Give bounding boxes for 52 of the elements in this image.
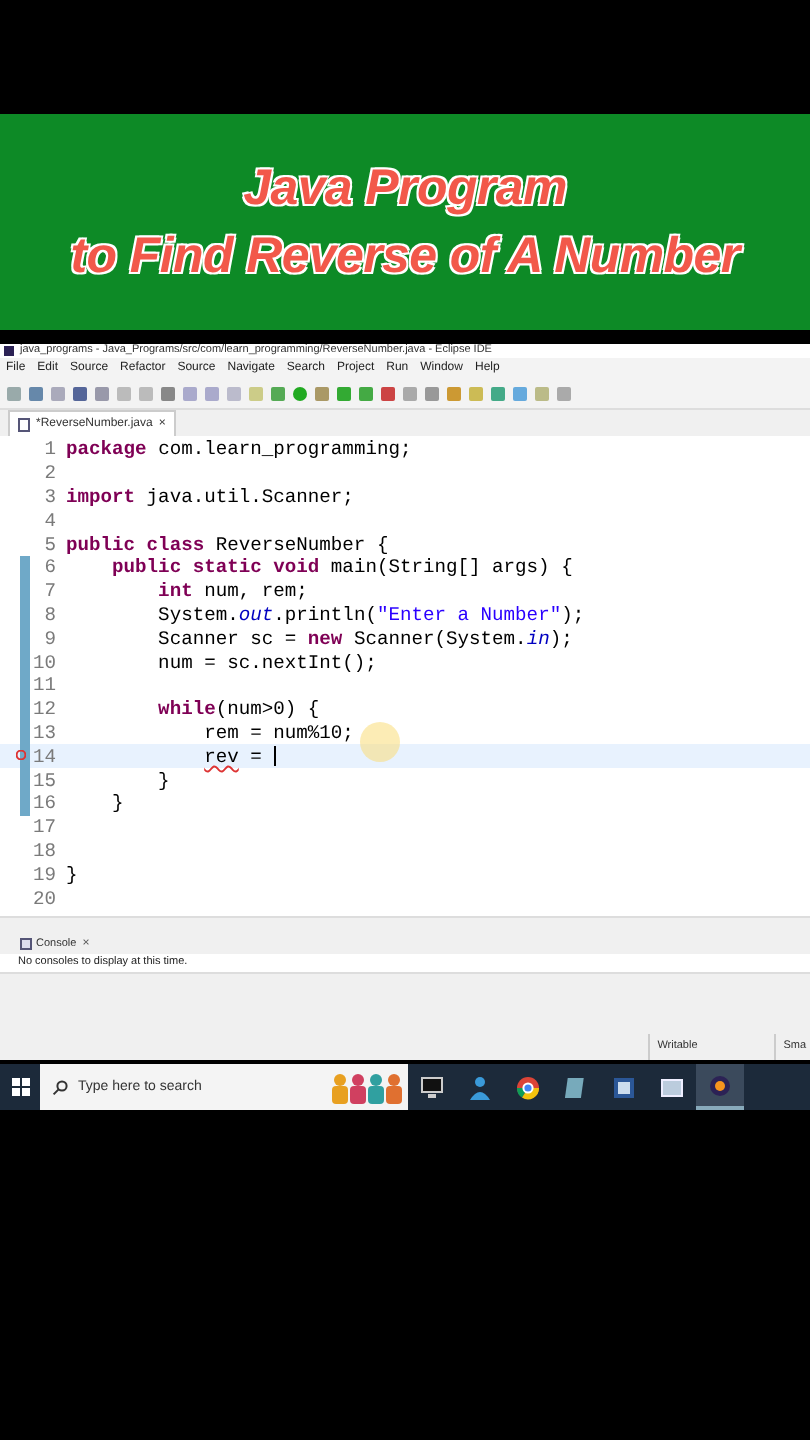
code-line: System.out.println("Enter a Number"); — [156, 603, 585, 626]
code-line: public class ReverseNumber { — [64, 533, 389, 556]
line-number: 18 — [32, 839, 56, 862]
line-number: 4 — [42, 509, 56, 532]
notes-icon[interactable] — [564, 1075, 588, 1099]
windows-icon[interactable] — [11, 1078, 29, 1096]
line-number: 15 — [32, 769, 56, 792]
document-icon[interactable] — [612, 1075, 636, 1099]
code-line: } — [156, 769, 170, 792]
video-title: Java Program — [243, 158, 567, 220]
code-line: package com.learn_programming; — [64, 438, 412, 461]
code-line: int num, rem; — [156, 580, 308, 603]
window-icon[interactable] — [660, 1075, 684, 1099]
line-number: 17 — [32, 816, 56, 839]
code-line: rev = — [56, 745, 276, 768]
line-number: 3 — [42, 485, 56, 508]
code-line: rem = num%10; — [202, 721, 354, 744]
video-title: to Find Reverse of A Number — [70, 226, 740, 288]
code-line: Scanner sc = new Scanner(System.in); — [156, 627, 573, 650]
file-icon — [18, 417, 30, 431]
line-number: 9 — [42, 627, 56, 650]
line-number: 8 — [42, 603, 56, 626]
line-number: 20 — [32, 887, 56, 910]
people-drawing — [330, 1071, 402, 1103]
code-line: while(num>0) { — [156, 698, 320, 721]
line-number: 7 — [42, 580, 56, 603]
search-icon — [52, 1079, 68, 1095]
line-number: 1 — [42, 438, 56, 461]
line-number: 13 — [32, 721, 56, 744]
code-line: num = sc.nextInt(); — [156, 651, 377, 674]
line-number: 10 — [32, 651, 56, 674]
pointer-highlight — [360, 722, 400, 762]
console-icon — [20, 938, 32, 950]
code-line: public static void main(String[] args) { — [110, 556, 573, 579]
code-line: } — [110, 792, 124, 815]
monitor-icon[interactable] — [420, 1075, 444, 1099]
app-icon — [4, 346, 14, 356]
run-icon[interactable] — [292, 386, 308, 402]
line-number: 6 — [42, 556, 56, 579]
horizontal-scrollbar[interactable] — [0, 916, 810, 934]
line-number: 12 — [32, 698, 56, 721]
code-line: import java.util.Scanner; — [64, 485, 354, 508]
line-number: 11 — [32, 674, 56, 697]
line-number: 5 — [42, 533, 56, 556]
line-number: 2 — [42, 462, 56, 485]
line-number: 16 — [32, 792, 56, 815]
browser-icon[interactable] — [516, 1075, 540, 1099]
line-number: 19 — [32, 863, 56, 886]
person-icon[interactable] — [468, 1075, 492, 1099]
code-line: } — [64, 863, 78, 886]
eclipse-icon[interactable] — [708, 1073, 732, 1097]
line-number: 14 — [32, 745, 56, 768]
